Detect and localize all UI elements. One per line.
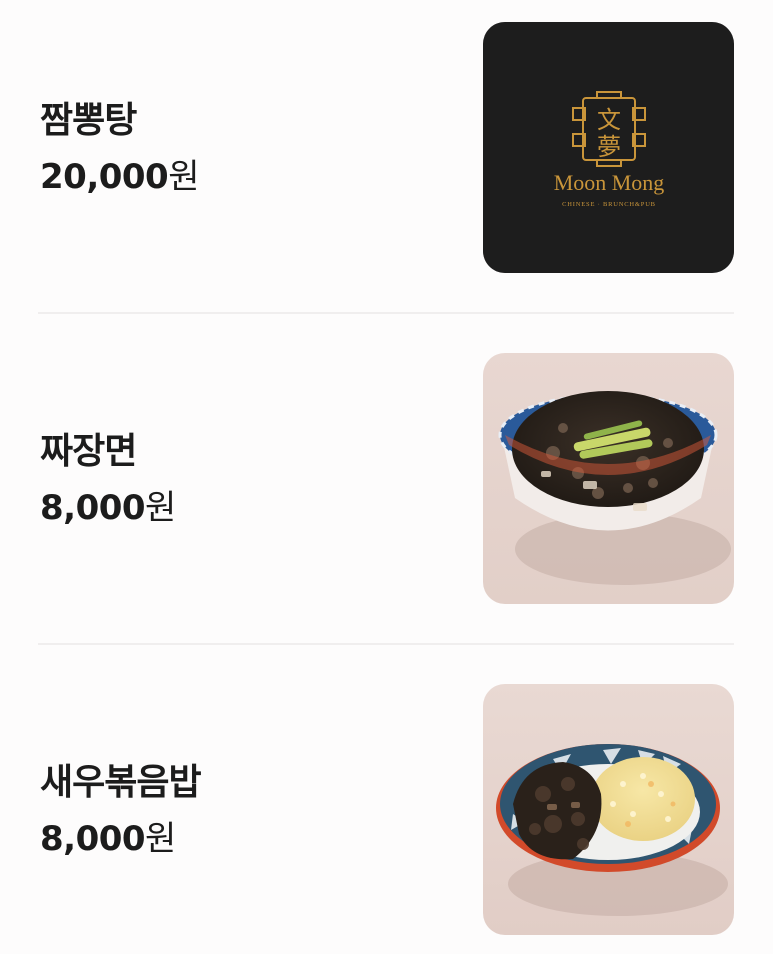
divider bbox=[38, 312, 734, 314]
menu-item-name: 새우볶음밥 bbox=[40, 762, 202, 803]
menu-item-image-fried-rice[interactable] bbox=[483, 684, 734, 935]
menu-item-name: 짜장면 bbox=[40, 431, 137, 472]
menu-item-jjambbong-tang[interactable]: 짬뽕탕 20,000원 文 夢 Moon Mong CHINESE · BRUN… bbox=[0, 22, 773, 274]
logo-brand: Moon Mong bbox=[554, 170, 665, 195]
shrimp-fried-rice-photo bbox=[483, 684, 734, 935]
menu-item-text: 짬뽕탕 20,000원 bbox=[40, 22, 199, 274]
price-value: 8,000 bbox=[40, 488, 146, 528]
price-value: 8,000 bbox=[40, 819, 146, 859]
moon-mong-logo-image: 文 夢 Moon Mong CHINESE · BRUNCH&PUB bbox=[483, 22, 734, 273]
logo-hanja-top: 文 bbox=[597, 106, 621, 134]
menu-item-image-logo[interactable]: 文 夢 Moon Mong CHINESE · BRUNCH&PUB bbox=[483, 22, 734, 273]
menu-item-price: 8,000원 bbox=[40, 819, 201, 859]
menu-item-image-jajangmyeon[interactable] bbox=[483, 353, 734, 604]
menu-item-price: 8,000원 bbox=[40, 488, 176, 528]
menu-item-price: 20,000원 bbox=[40, 157, 199, 197]
logo-hanja-bottom: 夢 bbox=[597, 133, 621, 161]
divider bbox=[38, 643, 734, 645]
price-value: 20,000 bbox=[40, 157, 169, 197]
menu-list: 짬뽕탕 20,000원 文 夢 Moon Mong CHINESE · BRUN… bbox=[0, 0, 773, 954]
price-currency: 원 bbox=[145, 488, 176, 528]
menu-item-jajangmyeon[interactable]: 짜장면 8,000원 bbox=[0, 353, 773, 605]
menu-item-name: 짬뽕탕 bbox=[40, 100, 137, 141]
logo-tagline: CHINESE · BRUNCH&PUB bbox=[562, 201, 656, 208]
menu-item-shrimp-fried-rice[interactable]: 새우볶음밥 8,000원 bbox=[0, 684, 773, 936]
menu-item-text: 짜장면 8,000원 bbox=[40, 353, 176, 605]
jajangmyeon-photo bbox=[483, 353, 734, 604]
price-currency: 원 bbox=[168, 157, 199, 197]
price-currency: 원 bbox=[145, 819, 176, 859]
menu-item-text: 새우볶음밥 8,000원 bbox=[40, 684, 202, 936]
